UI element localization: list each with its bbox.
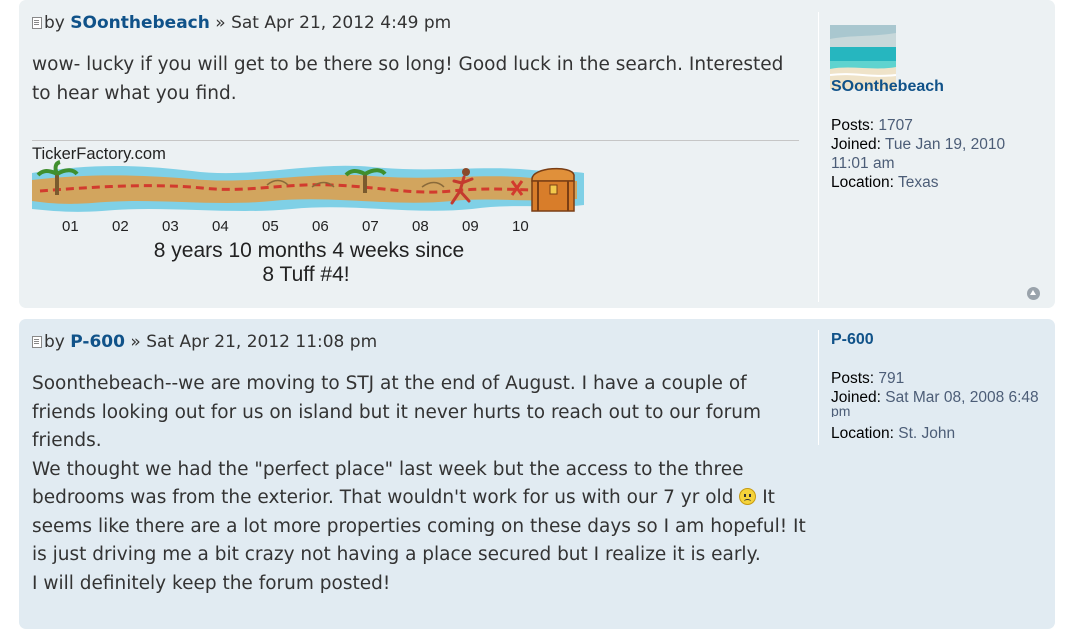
ticker-brand: TickerFactory.com [32,145,166,163]
profile-location: Location: St. John [831,424,1051,443]
post-date: Sat Apr 21, 2012 4:49 pm [231,13,452,33]
posts-count[interactable]: 1707 [878,117,912,134]
ticker-image: TickerFactory.com 01 02 03 04 05 06 07 0… [32,145,584,286]
joined-date: Tue Jan 19, 2010 [885,136,1006,153]
ticker-year: 08 [412,218,429,235]
post-profile: SOonthebeach Posts: 1707 Joined: Tue Jan… [818,12,1049,302]
content-line: bedrooms was from the exterior. That wou… [32,484,812,513]
ticker-year: 04 [212,218,229,235]
sad-smiley-icon [739,488,757,505]
posts-count[interactable]: 791 [878,370,904,387]
post-profile: P-600 Posts: 791 Joined: Sat Mar 08, 200… [818,330,1049,445]
content-text: bedrooms was from the exterior. That wou… [32,487,734,508]
back-to-top-icon[interactable] [1027,287,1040,300]
location-value: St. John [898,425,956,442]
ticker-year: 02 [112,218,129,235]
treasure-chest-icon [531,167,575,212]
post-2: by P-600 » Sat Apr 21, 2012 11:08 pm Soo… [19,319,1055,629]
ticker-year: 09 [462,218,479,235]
content-line: to hear what you find. [32,82,237,104]
separator: » [130,332,141,352]
post-content: wow- lucky if you will get to be there s… [32,51,812,108]
content-line: We thought we had the "perfect place" la… [32,458,744,480]
profile-location: Location: Texas [831,173,1051,192]
author-link[interactable]: SOonthebeach [70,13,210,33]
joined-label: Joined: [831,389,881,406]
separator: » [215,13,226,33]
ticker-countdown: 8 years 10 months 4 weeks since [154,239,465,262]
profile-joined: Joined: Tue Jan 19, 2010 [831,135,1051,154]
post-author-line: by SOonthebeach » Sat Apr 21, 2012 4:49 … [32,13,451,33]
content-line: seems like there are a lot more properti… [32,515,806,537]
post-date: Sat Apr 21, 2012 11:08 pm [146,332,378,352]
ticker-subtitle: 8 Tuff #4! [262,263,349,286]
by-label: by [44,13,65,33]
location-label: Location: [831,425,894,442]
posts-label: Posts: [831,117,875,134]
profile-posts: Posts: 791 [831,369,1051,388]
post-author-line: by P-600 » Sat Apr 21, 2012 11:08 pm [32,332,377,352]
content-line: Soonthebeach--we are moving to STJ at th… [32,373,747,394]
content-line: is just driving me a bit crazy not havin… [32,544,761,565]
by-label: by [44,332,65,352]
post-1: by SOonthebeach » Sat Apr 21, 2012 4:49 … [19,0,1055,308]
location-label: Location: [831,174,894,191]
author-link[interactable]: P-600 [70,332,125,352]
ticker-year: 06 [312,218,329,235]
content-line: I will definitely keep the forum posted! [32,572,391,594]
location-value: Texas [897,174,939,191]
content-line: friends. [32,430,102,451]
profile-posts: Posts: 1707 [831,116,1051,135]
ticker-signature[interactable]: TickerFactory.com 01 02 03 04 05 06 07 0… [32,143,592,293]
ticker-year: 10 [512,218,529,235]
content-line: wow- lucky if you will get to be there s… [32,54,784,75]
post-icon[interactable] [32,336,42,348]
profile-username[interactable]: P-600 [831,331,874,349]
signature-divider [32,140,799,141]
post-icon[interactable] [32,17,42,29]
profile-joined-time: pm [831,405,851,417]
post-content: Soonthebeach--we are moving to STJ at th… [32,370,812,598]
posts-label: Posts: [831,370,875,387]
profile-joined-time: 11:01 am [831,155,895,172]
profile-username[interactable]: SOonthebeach [831,78,944,96]
ticker-year: 03 [162,218,179,235]
ticker-year: 01 [62,218,79,235]
joined-date: Sat Mar 08, 2008 6:48 [885,389,1039,406]
joined-label: Joined: [831,136,881,153]
content-line: friends looking out for us on island but… [32,401,761,423]
ticker-year: 07 [362,218,379,235]
ticker-years: 01 02 03 04 05 06 07 08 09 10 [62,218,529,235]
ticker-year: 05 [262,218,279,235]
content-text: It [762,487,775,508]
